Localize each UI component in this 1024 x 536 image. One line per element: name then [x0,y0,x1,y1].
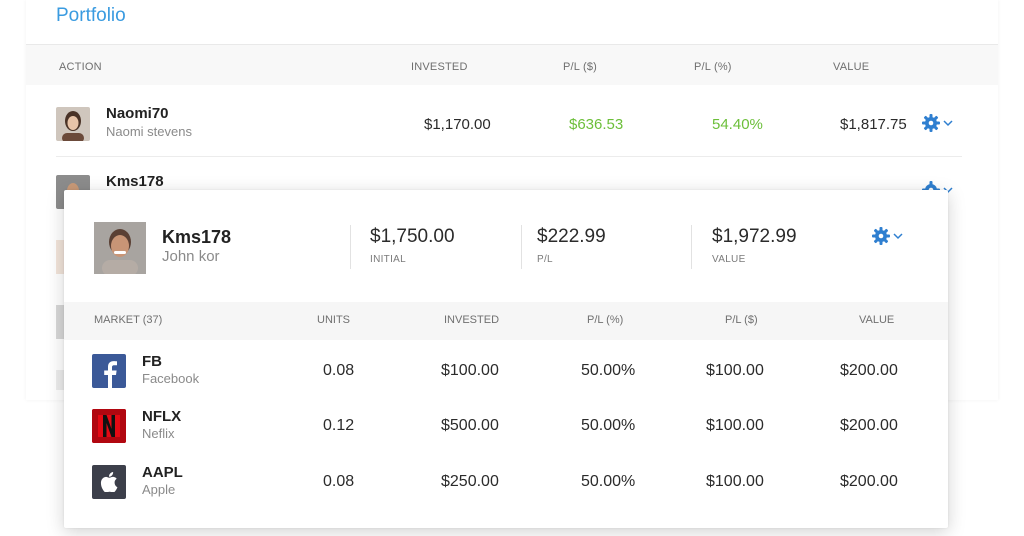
market-row-fb[interactable]: FB Facebook 0.08 $100.00 50.00% $100.00 … [64,353,948,408]
stat-divider [691,225,692,269]
value-value: $200.00 [840,473,898,490]
full-name: Naomi stevens [106,124,192,139]
units-value: 0.12 [323,417,355,434]
units-value: 0.08 [323,473,355,490]
market-row-aapl[interactable]: AAPL Apple 0.08 $250.00 50.00% $100.00 $… [64,464,948,519]
username[interactable]: Kms178 [106,173,164,190]
stat-divider [521,225,522,269]
invested-value: $250.00 [441,473,499,490]
row-settings-button[interactable] [922,113,962,138]
units-value: 0.08 [323,362,355,379]
username[interactable]: Naomi70 [106,105,169,122]
full-name: John kor [162,248,220,265]
page-title: Portfolio [56,5,126,26]
initial-label: INITIAL [370,254,406,265]
initial-value: $1,750.00 [370,226,455,247]
pl-pct-value: 50.00% [581,362,636,379]
header-market: MARKET (37) [94,314,163,326]
chevron-down-icon [893,233,903,240]
market-symbol[interactable]: NFLX [142,408,181,425]
invested-value: $500.00 [441,417,499,434]
market-row-nflx[interactable]: NFLX Neflix 0.12 $500.00 50.00% $100.00 … [64,408,948,463]
investor-detail-card: Kms178 John kor $1,750.00 INITIAL $222.9… [64,190,948,528]
pl-value: $222.99 [537,226,606,247]
header-value: VALUE [833,61,870,73]
apple-logo-icon [92,465,126,499]
pl-usd-value: $100.00 [706,362,764,379]
header-pl-usd: P/L ($) [725,314,758,326]
pl-pct-value: 50.00% [581,417,636,434]
gear-icon [922,114,940,132]
facebook-logo-icon [92,354,126,388]
value-amount: $1,972.99 [712,226,797,247]
market-name: Neflix [142,426,175,441]
table-row[interactable]: Naomi70 Naomi stevens $1,170.00 $636.53 … [56,86,962,156]
pl-usd-value: $636.53 [569,116,624,133]
market-name: Apple [142,482,176,497]
value-value: $1,817.75 [840,116,907,133]
netflix-logo-icon [92,409,126,443]
header-pl-pct: P/L (%) [694,61,732,73]
pl-pct-value: 50.00% [581,473,636,490]
header-invested: INVESTED [411,61,468,73]
value-value: $200.00 [840,417,898,434]
market-table-header [64,302,948,340]
value-value: $200.00 [840,362,898,379]
header-invested: INVESTED [444,314,500,326]
pl-label: P/L [537,254,553,265]
stat-divider [350,225,351,269]
invested-value: $100.00 [441,362,499,379]
market-symbol[interactable]: FB [142,353,162,370]
pl-usd-value: $100.00 [706,473,764,490]
header-units: UNITS [317,314,350,326]
header-value: VALUE [859,314,895,326]
pl-pct-value: 54.40% [712,116,763,133]
gear-icon [872,227,890,245]
header-pl-usd: P/L ($) [563,61,598,73]
card-settings-button[interactable] [872,226,912,251]
value-label: VALUE [712,254,746,265]
invested-value: $1,170.00 [424,116,491,133]
market-name: Facebook [142,371,200,386]
avatar [94,222,146,274]
header-action: ACTION [59,61,102,73]
username[interactable]: Kms178 [162,227,231,248]
pl-usd-value: $100.00 [706,417,764,434]
avatar [56,107,90,141]
market-symbol[interactable]: AAPL [142,464,183,481]
chevron-down-icon [943,120,953,127]
header-pl-pct: P/L (%) [587,314,624,326]
